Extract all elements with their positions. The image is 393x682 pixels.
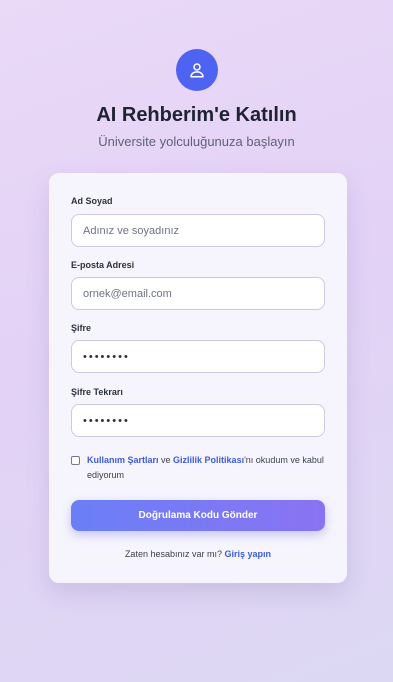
password-confirm-label: Şifre Tekrarı <box>71 387 123 397</box>
terms-connector: ve <box>158 455 174 465</box>
terms-of-use-link[interactable]: Kullanım Şartları <box>87 455 159 465</box>
login-row: Zaten hesabınız var mı? Giriş yapın <box>49 549 347 559</box>
user-icon <box>190 63 204 78</box>
login-prompt: Zaten hesabınız var mı? <box>124 549 222 559</box>
send-code-button[interactable]: Doğrulama Kodu Gönder <box>71 500 325 531</box>
login-link[interactable]: Giriş yapın <box>225 549 272 559</box>
email-label: E-posta Adresi <box>71 260 135 270</box>
password-field[interactable] <box>71 340 325 373</box>
terms-text: Kullanım Şartları ve Gizlilik Politikası… <box>71 453 327 483</box>
password-label: Şifre <box>71 323 92 333</box>
terms-checkbox[interactable] <box>71 456 80 465</box>
terms-row: Kullanım Şartları ve Gizlilik Politikası… <box>71 453 327 483</box>
name-field[interactable] <box>71 214 325 247</box>
avatar <box>176 49 218 91</box>
signup-card: Ad Soyad E-posta Adresi Şifre Şifre Tekr… <box>49 173 347 583</box>
page-title: AI Rehberim'e Katılın <box>96 104 297 126</box>
email-field[interactable] <box>71 277 325 310</box>
password-confirm-field[interactable] <box>71 404 325 437</box>
name-label: Ad Soyad <box>71 196 113 206</box>
privacy-policy-link[interactable]: Gizlilik Politikası <box>173 455 244 465</box>
page-subtitle: Üniversite yolculuğunuza başlayın <box>98 134 295 149</box>
